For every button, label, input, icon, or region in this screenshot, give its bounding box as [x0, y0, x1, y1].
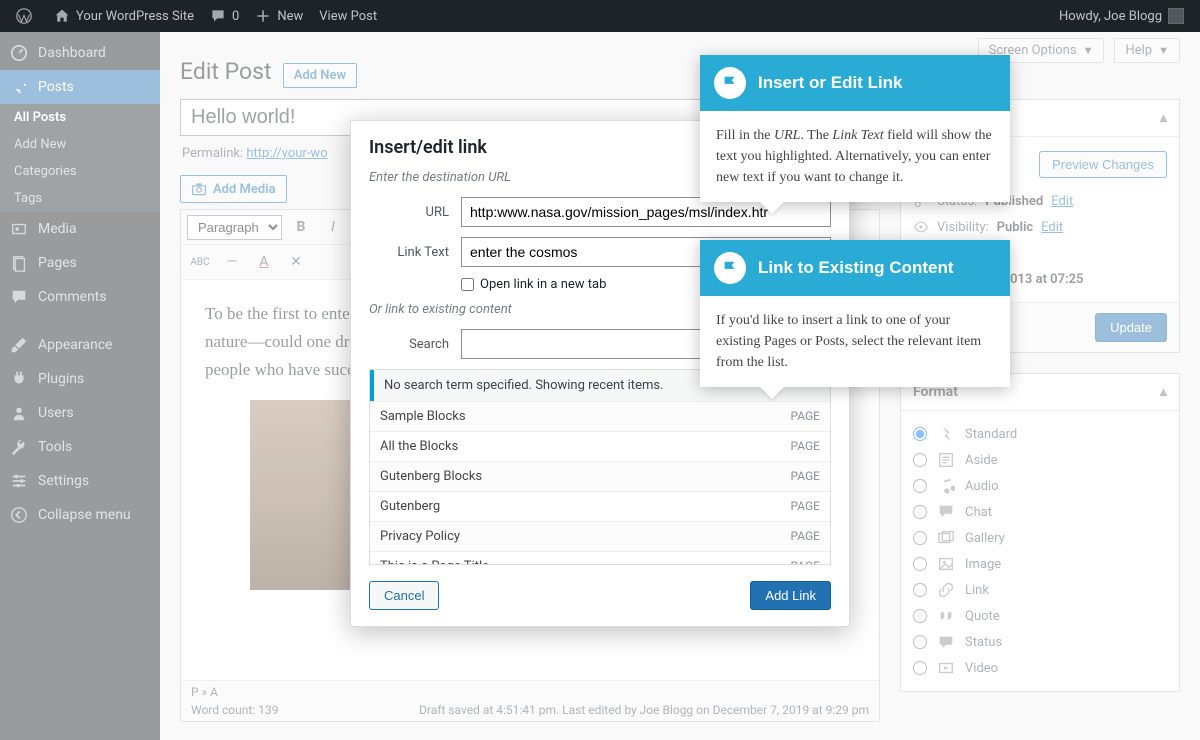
admin-new[interactable]: New — [247, 0, 311, 32]
home-icon — [54, 8, 70, 24]
add-link-button[interactable]: Add Link — [750, 581, 831, 610]
view-post[interactable]: View Post — [311, 0, 385, 32]
newtab-label: Open link in a new tab — [474, 277, 606, 292]
flag-icon — [721, 259, 739, 277]
result-item[interactable]: All the BlocksPAGE — [370, 431, 830, 461]
newtab-checkbox[interactable] — [461, 278, 474, 291]
callout-insert-link: Insert or Edit Link Fill in the URL. The… — [700, 55, 1010, 202]
result-item[interactable]: Sample BlocksPAGE — [370, 401, 830, 431]
search-label: Search — [369, 337, 461, 352]
wp-logo[interactable] — [8, 0, 46, 32]
result-item[interactable]: GutenbergPAGE — [370, 491, 830, 521]
wordpress-icon — [16, 8, 32, 24]
callout-body: Fill in the URL. The Link Text field wil… — [700, 111, 1010, 202]
url-label: URL — [369, 205, 461, 220]
site-name: Your WordPress Site — [76, 9, 194, 24]
comment-icon — [210, 8, 226, 24]
howdy[interactable]: Howdy, Joe Blogg — [1051, 0, 1192, 32]
result-item[interactable]: Gutenberg BlocksPAGE — [370, 461, 830, 491]
new-label: New — [277, 9, 303, 24]
linktext-label: Link Text — [369, 245, 461, 260]
callout-title: Insert or Edit Link — [758, 73, 903, 93]
result-item[interactable]: This is a Page TitlePAGE — [370, 551, 830, 565]
cancel-button[interactable]: Cancel — [369, 581, 439, 610]
admin-comments[interactable]: 0 — [202, 0, 247, 32]
comment-count: 0 — [232, 9, 239, 24]
plus-icon — [255, 8, 271, 24]
result-item[interactable]: Privacy PolicyPAGE — [370, 521, 830, 551]
avatar — [1168, 8, 1184, 24]
admin-bar: Your WordPress Site 0 New View Post Howd… — [0, 0, 1200, 32]
site-home[interactable]: Your WordPress Site — [46, 0, 202, 32]
callout-existing-content: Link to Existing Content If you'd like t… — [700, 240, 1010, 387]
callout-body: If you'd like to insert a link to one of… — [700, 296, 1010, 387]
callout-title: Link to Existing Content — [758, 258, 954, 278]
flag-icon — [721, 74, 739, 92]
